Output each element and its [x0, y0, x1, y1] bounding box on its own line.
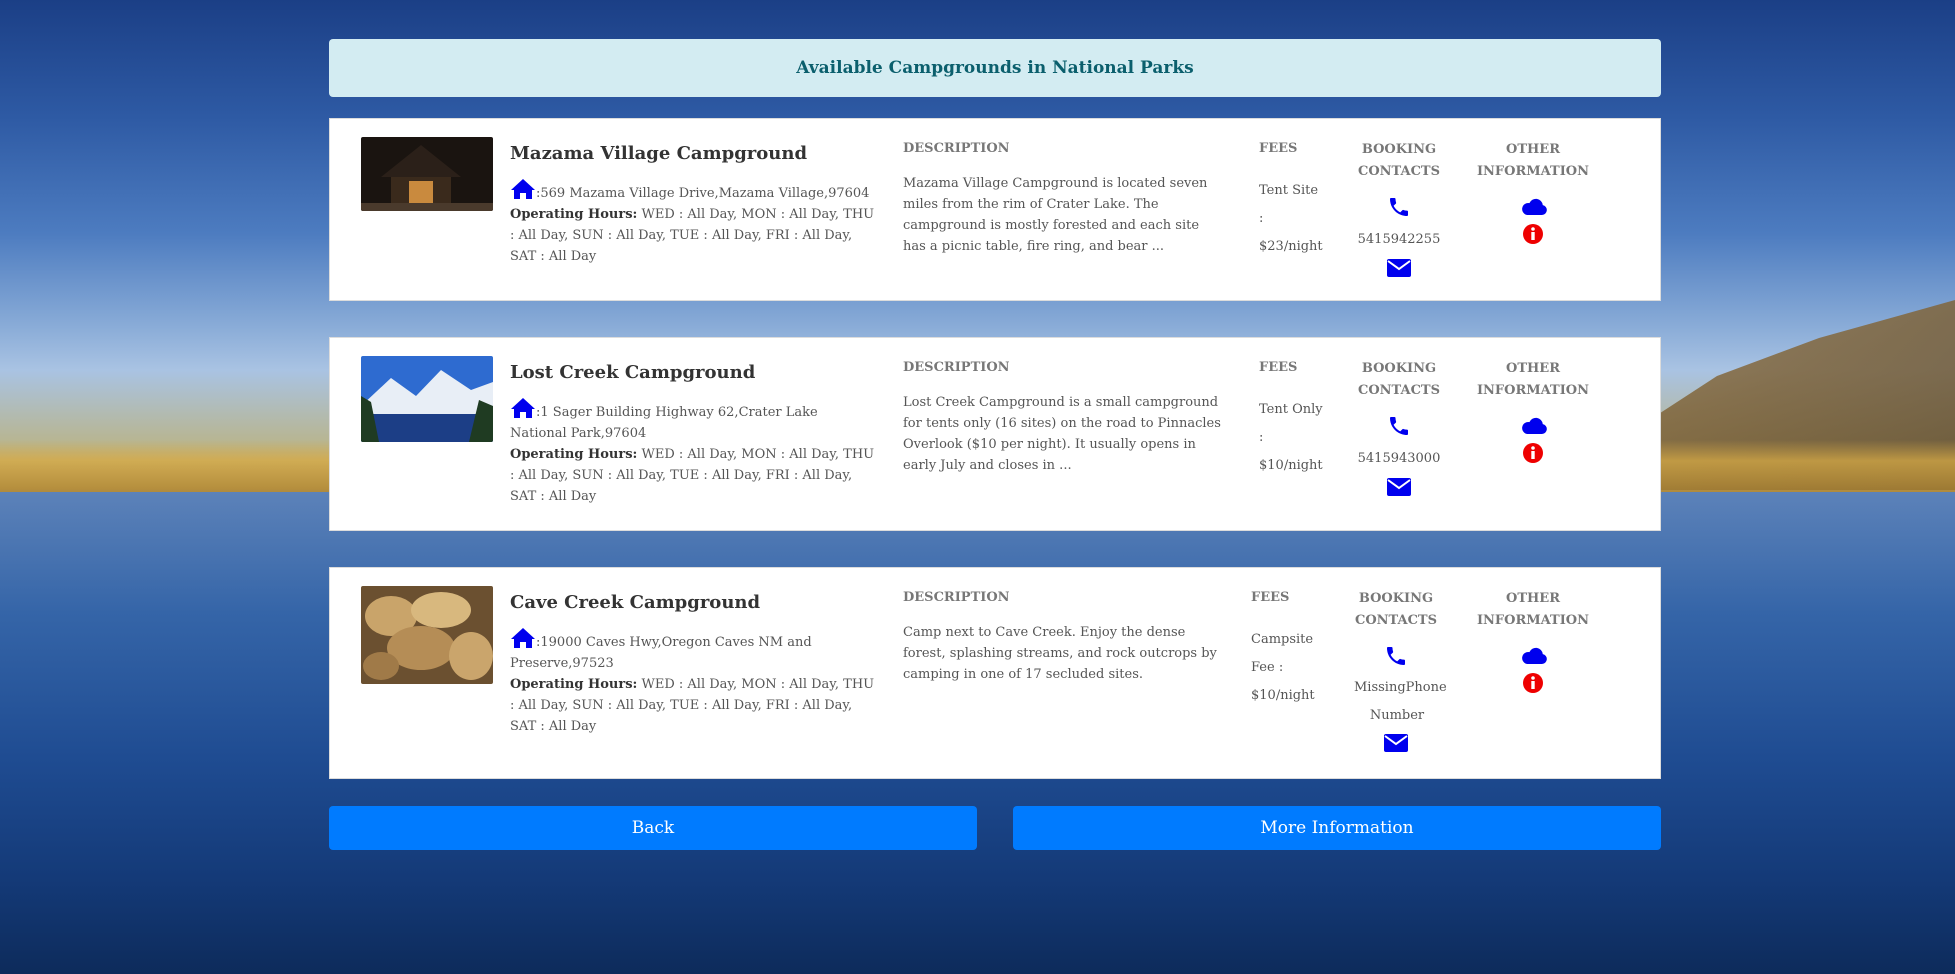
- info-icon[interactable]: [1522, 442, 1544, 464]
- other-information-heading: OTHER INFORMATION: [1476, 142, 1590, 179]
- other-information-heading: OTHER INFORMATION: [1476, 591, 1590, 628]
- campground-name: Lost Creek Campground: [510, 362, 756, 383]
- campground-description: Mazama Village Campground is located sev…: [903, 176, 1208, 254]
- back-button[interactable]: Back: [329, 806, 977, 850]
- info-icon[interactable]: [1522, 223, 1544, 245]
- campground-name: Mazama Village Campground: [510, 143, 808, 164]
- description-heading: DESCRIPTION: [903, 590, 1010, 605]
- fees-heading: FEES: [1259, 360, 1298, 375]
- campground-address: :19000 Caves Hwy,Oregon Caves NM and Pre…: [510, 627, 870, 674]
- campground-fees: Tent Only : $10/night: [1259, 402, 1323, 473]
- booking-contacts-heading: BOOKING CONTACTS: [1357, 361, 1440, 398]
- home-icon: [511, 628, 535, 648]
- campground-fees: Tent Site : $23/night: [1259, 183, 1323, 254]
- campground-card: Mazama Village Campground :569 Mazama Vi…: [329, 118, 1661, 301]
- campground-description: Lost Creek Campground is a small campgro…: [903, 395, 1221, 473]
- other-information-heading: OTHER INFORMATION: [1476, 361, 1590, 398]
- campground-card: Cave Creek Campground :19000 Caves Hwy,O…: [329, 567, 1661, 779]
- campground-photo: [361, 586, 493, 684]
- campground-container: Available Campgrounds in National Parks …: [329, 39, 1661, 779]
- campground-address: :1 Sager Building Highway 62,Crater Lake…: [510, 397, 870, 444]
- phone-icon[interactable]: [1387, 195, 1411, 219]
- operating-hours: Operating Hours: WED : All Day, MON : Al…: [510, 447, 875, 504]
- page-title: Available Campgrounds in National Parks: [796, 58, 1194, 78]
- phone-number[interactable]: 5415942255: [1339, 226, 1459, 254]
- page-title-bar: Available Campgrounds in National Parks: [329, 39, 1661, 97]
- description-heading: DESCRIPTION: [903, 141, 1010, 156]
- cloud-icon[interactable]: [1520, 415, 1548, 435]
- cloud-icon[interactable]: [1520, 645, 1548, 665]
- more-information-button[interactable]: More Information: [1013, 806, 1661, 850]
- campground-photo: [361, 137, 493, 211]
- campground-fees: Campsite Fee : $10/night: [1251, 632, 1315, 703]
- operating-hours: Operating Hours: WED : All Day, MON : Al…: [510, 677, 875, 734]
- home-icon: [511, 398, 535, 418]
- booking-contacts-heading: BOOKING CONTACTS: [1354, 591, 1437, 628]
- campground-photo: [361, 356, 493, 442]
- email-icon[interactable]: [1387, 259, 1411, 277]
- fees-heading: FEES: [1259, 141, 1298, 156]
- home-icon: [511, 179, 535, 199]
- phone-number[interactable]: 5415943000: [1339, 445, 1459, 473]
- campground-card: Lost Creek Campground :1 Sager Building …: [329, 337, 1661, 531]
- cloud-icon[interactable]: [1520, 196, 1548, 216]
- booking-contacts-heading: BOOKING CONTACTS: [1357, 142, 1440, 179]
- phone-icon[interactable]: [1387, 414, 1411, 438]
- email-icon[interactable]: [1384, 734, 1408, 752]
- campground-name: Cave Creek Campground: [510, 592, 761, 613]
- operating-hours: Operating Hours: WED : All Day, MON : Al…: [510, 207, 875, 264]
- campground-address: :569 Mazama Village Drive,Mazama Village…: [510, 178, 870, 204]
- info-icon[interactable]: [1522, 672, 1544, 694]
- fees-heading: FEES: [1251, 590, 1290, 605]
- phone-number[interactable]: MissingPhone Number: [1354, 674, 1447, 730]
- campground-description: Camp next to Cave Creek. Enjoy the dense…: [903, 625, 1217, 682]
- phone-icon[interactable]: [1384, 644, 1408, 668]
- description-heading: DESCRIPTION: [903, 360, 1010, 375]
- email-icon[interactable]: [1387, 478, 1411, 496]
